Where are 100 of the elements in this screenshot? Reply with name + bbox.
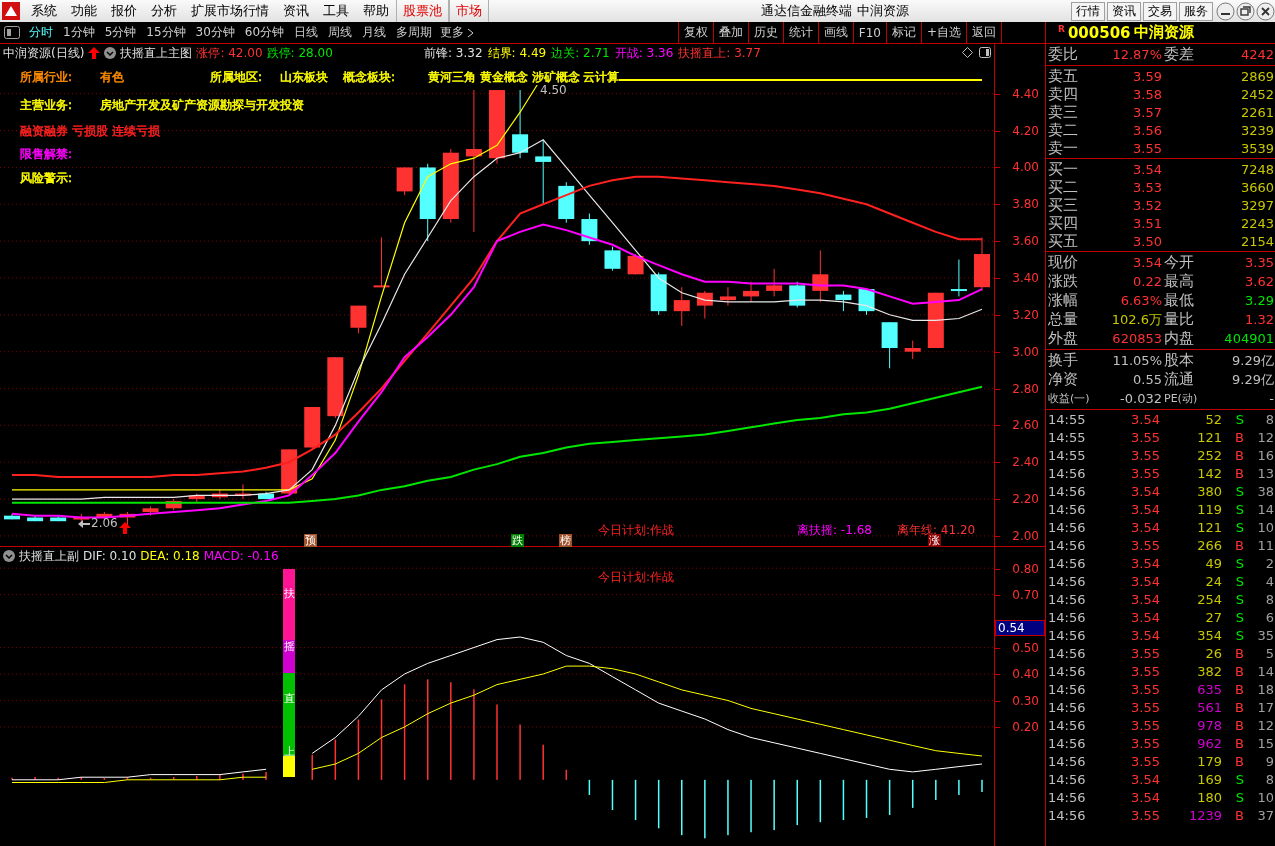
tick-time: 14:56: [1047, 537, 1087, 553]
tick-count: 13: [1256, 465, 1274, 481]
tick-time: 14:56: [1047, 699, 1087, 715]
stock-info-text: 融资融券 亏损股 连续亏损: [20, 122, 160, 139]
tick-side: B: [1234, 681, 1244, 697]
quote-label: 现价: [1047, 253, 1078, 272]
order-price: 3.53: [1132, 180, 1162, 195]
order-price: 3.51: [1132, 216, 1162, 231]
tick-side: B: [1234, 699, 1244, 715]
window-title: 通达信金融终端 中润资源: [760, 2, 910, 20]
tick-count: 14: [1256, 663, 1274, 679]
tick-side: S: [1234, 591, 1244, 607]
order-level-label: 卖二: [1047, 121, 1078, 140]
tick-count: 35: [1256, 627, 1274, 643]
axis-label: 3.60: [1012, 234, 1039, 249]
tick-count: 9: [1264, 753, 1274, 769]
tick-count: 18: [1256, 681, 1274, 697]
axis-label: 0.20: [1012, 720, 1039, 735]
axis-label: 2.00: [1012, 528, 1039, 543]
quote-label: 最低: [1163, 291, 1194, 310]
order-volume: 3297: [1239, 198, 1274, 213]
tick-side: B: [1234, 429, 1244, 445]
quote-value: 102.6万: [1110, 310, 1162, 329]
quote-value: 0.22: [1132, 274, 1162, 289]
stock-info-text: 山东板块: [280, 69, 328, 85]
quote-value: 9.29亿: [1231, 351, 1274, 370]
quote-value: 4242: [1239, 47, 1274, 62]
quote-value: 3.35: [1244, 255, 1274, 270]
tick-count: 16: [1256, 447, 1274, 463]
tick-volume: 49: [1204, 555, 1222, 571]
tick-time: 14:55: [1047, 429, 1087, 445]
tick-price: 3.55: [1130, 807, 1160, 823]
quote-label: 收益(一): [1047, 391, 1090, 406]
quote-value: 3.62: [1244, 274, 1274, 289]
tick-count: 14: [1256, 501, 1274, 517]
stock-info-text: 限售解禁:: [20, 146, 73, 162]
tick-side: S: [1234, 627, 1244, 643]
tick-volume: 252: [1196, 447, 1222, 463]
tick-price: 3.54: [1130, 771, 1160, 787]
tick-volume: 119: [1196, 501, 1222, 517]
tick-time: 14:56: [1047, 501, 1087, 517]
tick-price: 3.55: [1130, 735, 1160, 751]
quote-value: 0.55: [1132, 372, 1162, 387]
indicator-value: 扶摇直上: 3.77: [678, 44, 761, 62]
tick-volume: 382: [1196, 663, 1222, 679]
quote-value: 12.87%: [1111, 47, 1162, 62]
order-volume: 2243: [1239, 216, 1274, 231]
tick-price: 3.54: [1130, 573, 1160, 589]
tick-time: 14:56: [1047, 753, 1087, 769]
tick-time: 14:56: [1047, 645, 1087, 661]
tick-side: S: [1234, 411, 1244, 427]
quote-label: 涨幅: [1047, 291, 1078, 310]
indicator-value: DEA: 0.18: [140, 549, 200, 564]
order-level-label: 卖一: [1047, 139, 1078, 158]
tick-volume: 121: [1196, 519, 1222, 535]
order-volume: 7248: [1239, 162, 1274, 177]
signal-tag: 预: [304, 534, 317, 547]
tick-count: 8: [1264, 411, 1274, 427]
tick-volume: 354: [1196, 627, 1222, 643]
tick-price: 3.54: [1130, 519, 1160, 535]
axis-label: 3.40: [1012, 271, 1039, 285]
tick-volume: 27: [1204, 609, 1222, 625]
axis-label: 2.40: [1012, 455, 1039, 470]
tick-volume: 169: [1196, 771, 1222, 787]
quote-label: 总量: [1047, 310, 1078, 329]
axis-label: 3.20: [1012, 307, 1039, 322]
tick-volume: 978: [1196, 717, 1222, 733]
quote-label: 涨跌: [1047, 272, 1078, 291]
bar-character: 摇: [283, 639, 295, 653]
axis-label: 0.70: [1012, 588, 1039, 602]
axis-label: 0.50: [1012, 640, 1039, 655]
tick-time: 14:56: [1047, 627, 1087, 643]
order-price: 3.56: [1132, 123, 1162, 138]
stock-info-text: 所属行业:: [20, 69, 73, 85]
tick-price: 3.54: [1130, 627, 1160, 643]
axis-label: 4.40: [1012, 86, 1039, 101]
stock-info-text: 主营业务:: [20, 97, 73, 113]
axis-label: 3.00: [1012, 344, 1039, 359]
tick-side: S: [1234, 519, 1244, 535]
quote-label: 流通: [1163, 370, 1194, 389]
axis-label: 2.20: [1012, 492, 1039, 507]
tick-time: 14:56: [1047, 609, 1087, 625]
tick-price: 3.55: [1130, 465, 1160, 481]
plan-text: 今日计划:作战: [598, 522, 675, 539]
tick-time: 14:56: [1047, 663, 1087, 679]
tick-time: 14:56: [1047, 771, 1087, 787]
order-price: 3.59: [1132, 69, 1162, 84]
indicator-value: 边关: 2.71: [551, 44, 610, 62]
axis-label: 4.20: [1012, 123, 1039, 138]
tick-price: 3.54: [1130, 609, 1160, 625]
tick-price: 3.54: [1130, 483, 1160, 499]
quote-label: 委比: [1047, 45, 1078, 64]
order-level-label: 买四: [1047, 214, 1078, 233]
cursor-value: 0.54: [995, 620, 1045, 637]
tick-price: 3.55: [1130, 447, 1160, 463]
quote-label: 最高: [1163, 272, 1194, 291]
tick-count: 5: [1264, 645, 1274, 661]
tick-volume: 962: [1196, 735, 1222, 751]
indicator-value: MACD: -0.16: [203, 549, 279, 564]
tick-side: B: [1234, 717, 1244, 733]
